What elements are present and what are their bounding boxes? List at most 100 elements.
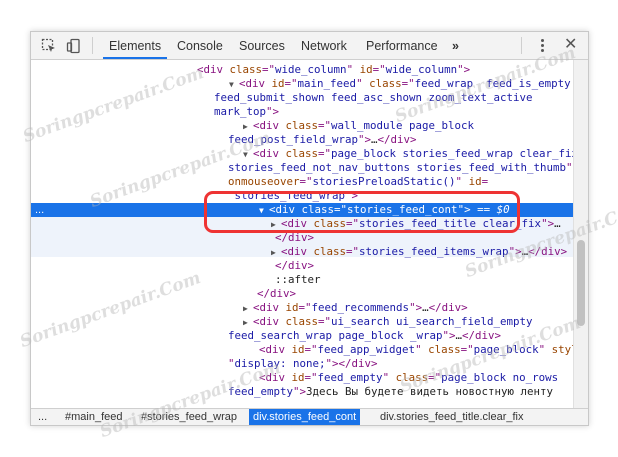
device-toolbar-icon[interactable] — [66, 38, 82, 54]
dom-token-val: main_feed — [297, 77, 357, 90]
dom-node-line[interactable]: ▼ <div class="page_block stories_feed_wra… — [31, 147, 573, 161]
dom-token-tag: <div — [259, 343, 292, 356]
toolbar-separator — [92, 37, 93, 54]
dom-node-line[interactable]: onmouseover="storiesPreloadStatic()" id= — [31, 175, 573, 189]
dom-token-tag: <div — [253, 301, 286, 314]
dom-token-txt: … — [554, 217, 561, 230]
dom-token-attr: class — [395, 371, 429, 384]
dom-node-line[interactable]: ▶ <div id="feed_recommends">…</div> — [31, 301, 573, 315]
collapse-arrow-icon[interactable]: ▼ — [243, 148, 253, 162]
breadcrumb-stories-feed-wrap[interactable]: #stories_feed_wrap — [141, 409, 237, 425]
collapse-arrow-icon[interactable]: ▼ — [259, 204, 269, 218]
dom-token-tag: <div — [281, 245, 314, 258]
dom-node-line[interactable]: "stories_feed_wrap"> — [31, 189, 573, 203]
dom-token-tag: =" — [298, 301, 312, 314]
dom-node-line[interactable]: mark_top"> — [31, 105, 573, 119]
dom-node-line[interactable]: </div> — [31, 259, 573, 273]
breadcrumb-main-feed[interactable]: #main_feed — [65, 409, 123, 425]
dom-token-val: feed_post_field_wrap — [228, 133, 359, 146]
dom-token-tag: </div> — [257, 287, 297, 300]
dom-token-val: stories_feed_title clear_fix — [359, 217, 542, 230]
tab-sources[interactable]: Sources — [239, 32, 285, 59]
dom-token-attr: class — [285, 315, 319, 328]
dom-node-line[interactable]: ▶ <div class="wall_module page_block — [31, 119, 573, 133]
close-devtools-button[interactable]: ✕ — [564, 34, 577, 53]
dom-node-line[interactable]: "display: none;"></div> — [31, 357, 573, 371]
dom-token-attr: class — [285, 147, 319, 160]
more-options-icon[interactable] — [536, 37, 548, 55]
dom-token-tag: "> — [358, 133, 372, 146]
dom-token-tag: =" — [318, 119, 332, 132]
expand-arrow-icon[interactable]: ▶ — [243, 120, 253, 134]
dom-token-dollar: $0 — [496, 203, 510, 216]
dom-node-line[interactable]: stories_feed_not_nav_buttons stories_fee… — [31, 161, 573, 175]
dom-token-attr: class — [285, 119, 319, 132]
dom-token-tag: "> — [293, 385, 307, 398]
dom-token-tag: =" — [372, 63, 386, 76]
breadcrumb-ellipsis[interactable]: ... — [38, 409, 47, 425]
dom-node-selected[interactable]: ▼ <div class="stories_feed_cont"> == $0 — [31, 203, 573, 217]
dom-node-line[interactable]: feed_submit_shown feed_asc_shown zoom_te… — [31, 91, 573, 105]
dom-node-line[interactable]: </div> — [31, 287, 573, 301]
dom-token-tag: </div> — [462, 329, 502, 342]
dom-token-tag: "> — [409, 301, 423, 314]
dom-token-tag: =" — [334, 203, 348, 216]
dom-token-tag: =" — [346, 217, 360, 230]
dom-token-attr: id — [271, 77, 285, 90]
dom-token-attr: id — [291, 343, 305, 356]
dom-node-line[interactable]: ▶ <div class="stories_feed_items_wrap">…<… — [31, 245, 573, 259]
tab-console[interactable]: Console — [177, 32, 223, 59]
dom-token-tag: =" — [262, 63, 276, 76]
dom-node-line[interactable]: feed_search_wrap page_block _wrap">…</di… — [31, 329, 573, 343]
dom-token-tag: =" — [318, 147, 332, 160]
dom-token-tag: <div — [253, 119, 286, 132]
dom-node-line[interactable]: ::after — [31, 273, 573, 287]
breadcrumb-stories-feed-cont[interactable]: div.stories_feed_cont — [249, 409, 361, 425]
dom-node-line[interactable]: ▶ <div class="stories_feed_title clear_fi… — [31, 217, 573, 231]
more-tabs-button[interactable]: » — [452, 32, 459, 59]
dom-token-tag: "> — [508, 245, 522, 258]
dom-node-line[interactable]: <div id="feed_app_widget" class="page_bl… — [31, 343, 573, 357]
dom-token-tag: "> — [266, 105, 280, 118]
dom-node-line[interactable]: ▼ <div id="main_feed" class="feed_wrap fe… — [31, 77, 573, 91]
dom-token-attr: class — [313, 245, 347, 258]
dom-token-tag: " — [455, 175, 469, 188]
inspect-element-icon[interactable] — [41, 38, 57, 54]
dom-token-tag: <div — [269, 203, 302, 216]
dom-node-line[interactable]: ▶ <div class="ui_search ui_search_field_e… — [31, 315, 573, 329]
dom-node-line[interactable]: feed_empty">Здесь Вы будете видеть новос… — [31, 385, 573, 399]
collapse-arrow-icon[interactable]: ▼ — [229, 78, 239, 92]
dom-node-line[interactable]: feed_post_field_wrap">…</div> — [31, 133, 573, 147]
dom-token-txt: Здесь Вы будете видеть новостную ленту — [306, 385, 554, 398]
dom-node-line[interactable]: <div id="feed_empty" class="page_block n… — [31, 371, 573, 385]
breadcrumb-stories-feed-title[interactable]: div.stories_feed_title.clear_fix — [380, 409, 523, 425]
dom-token-val: stories_feed_not_nav_buttons stories_fee… — [228, 161, 567, 174]
dom-token-tag: =" — [304, 371, 318, 384]
dom-token-tag: =" — [304, 343, 318, 356]
expand-arrow-icon[interactable]: ▶ — [271, 246, 281, 260]
dom-node-line[interactable]: <div class="wide_column" id="wide_column… — [31, 63, 573, 77]
dom-token-tag: "> — [541, 217, 555, 230]
dom-token-tag: "></div> — [325, 357, 378, 370]
tab-network[interactable]: Network — [301, 32, 347, 59]
toolbar-separator — [521, 37, 522, 54]
dom-token-attr: id — [468, 175, 482, 188]
expand-arrow-icon[interactable]: ▶ — [243, 302, 253, 316]
scrollbar-thumb[interactable] — [577, 240, 585, 326]
dom-tree[interactable]: ... <div class="wide_column" id="wide_co… — [31, 60, 573, 408]
dom-token-val: wide_column — [275, 63, 347, 76]
dom-token-val: wall_module page_block — [331, 119, 475, 132]
dom-token-val: feed_submit_shown feed_asc_shown zoom_te… — [214, 91, 533, 104]
dom-token-val: storiesPreloadStatic() — [312, 175, 456, 188]
vertical-scrollbar[interactable] — [573, 60, 588, 408]
dom-token-val: feed_empty — [228, 385, 294, 398]
dom-token-tag: "> — [457, 63, 471, 76]
dom-node-line[interactable]: </div> — [31, 231, 573, 245]
dom-token-tag: </div> — [275, 259, 315, 272]
dom-token-tag: </div> — [428, 301, 468, 314]
expand-arrow-icon[interactable]: ▶ — [243, 316, 253, 330]
tab-performance[interactable]: Performance — [366, 32, 438, 59]
expand-arrow-icon[interactable]: ▶ — [271, 218, 281, 232]
dom-token-val: feed_recommends — [311, 301, 410, 314]
tab-elements[interactable]: Elements — [103, 32, 168, 59]
